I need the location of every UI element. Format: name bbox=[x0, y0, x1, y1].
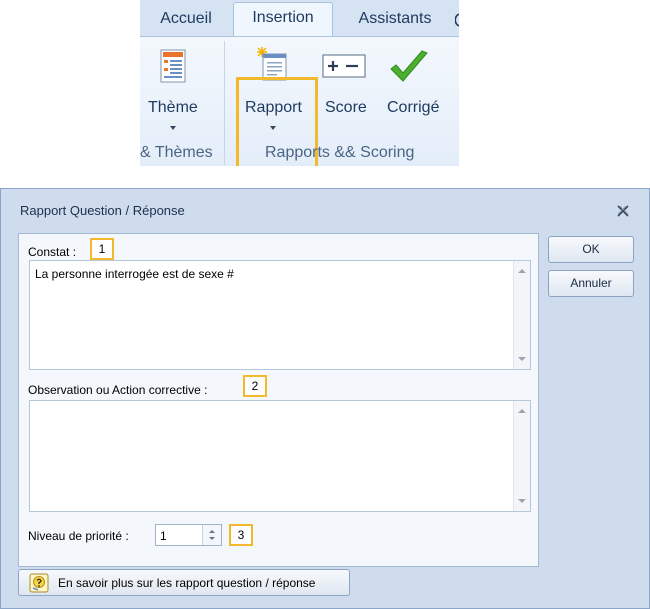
observation-textarea[interactable] bbox=[29, 400, 531, 512]
report-form-panel: Constat : 1 La personne interrogée est d… bbox=[18, 233, 539, 567]
corrige-button-label: Corrigé bbox=[387, 99, 440, 116]
callout-2: 2 bbox=[243, 375, 267, 397]
spin-down-icon[interactable] bbox=[209, 537, 215, 540]
group-label-rapports: Rapports && Scoring bbox=[265, 144, 415, 161]
theme-button-label: Thème bbox=[148, 99, 198, 116]
tab-assistants[interactable]: Assistants bbox=[340, 4, 450, 36]
observation-scrollbar[interactable] bbox=[513, 401, 530, 511]
rapport-dialog: Rapport Question / Réponse Constat : 1 L… bbox=[0, 188, 650, 609]
checkmark-icon bbox=[390, 50, 428, 82]
constat-label: Constat : bbox=[28, 245, 77, 259]
ribbon-body: Thème & Thèmes Rapport Score Corrigé Rap… bbox=[140, 36, 459, 166]
ribbon: Accueil Insertion Assistants Thème & Thè… bbox=[140, 0, 459, 166]
spin-up-icon[interactable] bbox=[209, 530, 215, 533]
dialog-title: Rapport Question / Réponse bbox=[20, 203, 185, 218]
score-button-label: Score bbox=[325, 99, 367, 116]
tab-insertion[interactable]: Insertion bbox=[233, 2, 333, 38]
cancel-button[interactable]: Annuler bbox=[548, 270, 634, 297]
tab-overflow-partial bbox=[453, 4, 459, 36]
callout-3: 3 bbox=[229, 524, 253, 546]
score-icon bbox=[322, 54, 366, 78]
scroll-up-icon[interactable] bbox=[518, 269, 526, 273]
new-report-icon bbox=[257, 47, 287, 81]
constat-textarea[interactable]: La personne interrogée est de sexe # bbox=[29, 260, 531, 370]
callout-1: 1 bbox=[90, 238, 114, 260]
scroll-down-icon[interactable] bbox=[518, 499, 526, 503]
theme-icon bbox=[160, 49, 186, 83]
scroll-up-icon[interactable] bbox=[518, 409, 526, 413]
scroll-down-icon[interactable] bbox=[518, 357, 526, 361]
ribbon-tab-bar: Accueil Insertion Assistants bbox=[140, 0, 459, 38]
ok-button[interactable]: OK bbox=[548, 236, 634, 263]
constat-text: La personne interrogée est de sexe # bbox=[35, 267, 234, 281]
help-button-label: En savoir plus sur les rapport question … bbox=[58, 576, 316, 590]
priority-label: Niveau de priorité : bbox=[28, 529, 129, 543]
priority-stepper[interactable]: 1 bbox=[155, 524, 222, 546]
dialog-titlebar: Rapport Question / Réponse bbox=[1, 189, 649, 231]
theme-caret-icon bbox=[170, 126, 176, 130]
help-icon bbox=[29, 573, 49, 593]
observation-label: Observation ou Action corrective : bbox=[28, 383, 208, 397]
priority-value: 1 bbox=[160, 529, 167, 543]
help-button[interactable]: En savoir plus sur les rapport question … bbox=[18, 569, 350, 596]
tab-partial-glyph bbox=[455, 13, 459, 27]
tab-accueil[interactable]: Accueil bbox=[146, 4, 226, 36]
group-label-themes: & Thèmes bbox=[140, 144, 213, 161]
constat-scrollbar[interactable] bbox=[513, 261, 530, 369]
group-separator bbox=[224, 41, 225, 165]
close-icon[interactable] bbox=[617, 205, 629, 217]
priority-spin-buttons[interactable] bbox=[202, 525, 221, 545]
